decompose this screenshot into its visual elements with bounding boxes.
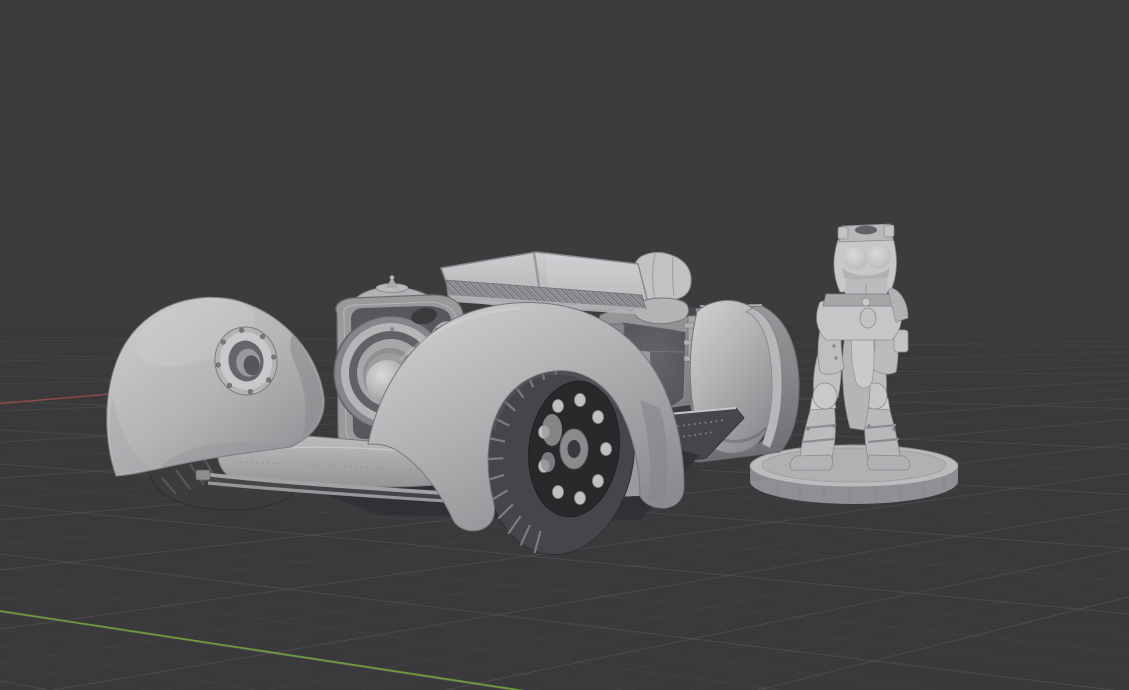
- figurine-base: [749, 444, 959, 506]
- figurine-collar: [837, 223, 895, 243]
- viewport-canvas[interactable]: Monochrome 3D viewport scene: an untextu…: [0, 0, 1129, 690]
- viewport-3d[interactable]: Monochrome 3D viewport scene: an untextu…: [0, 0, 1129, 690]
